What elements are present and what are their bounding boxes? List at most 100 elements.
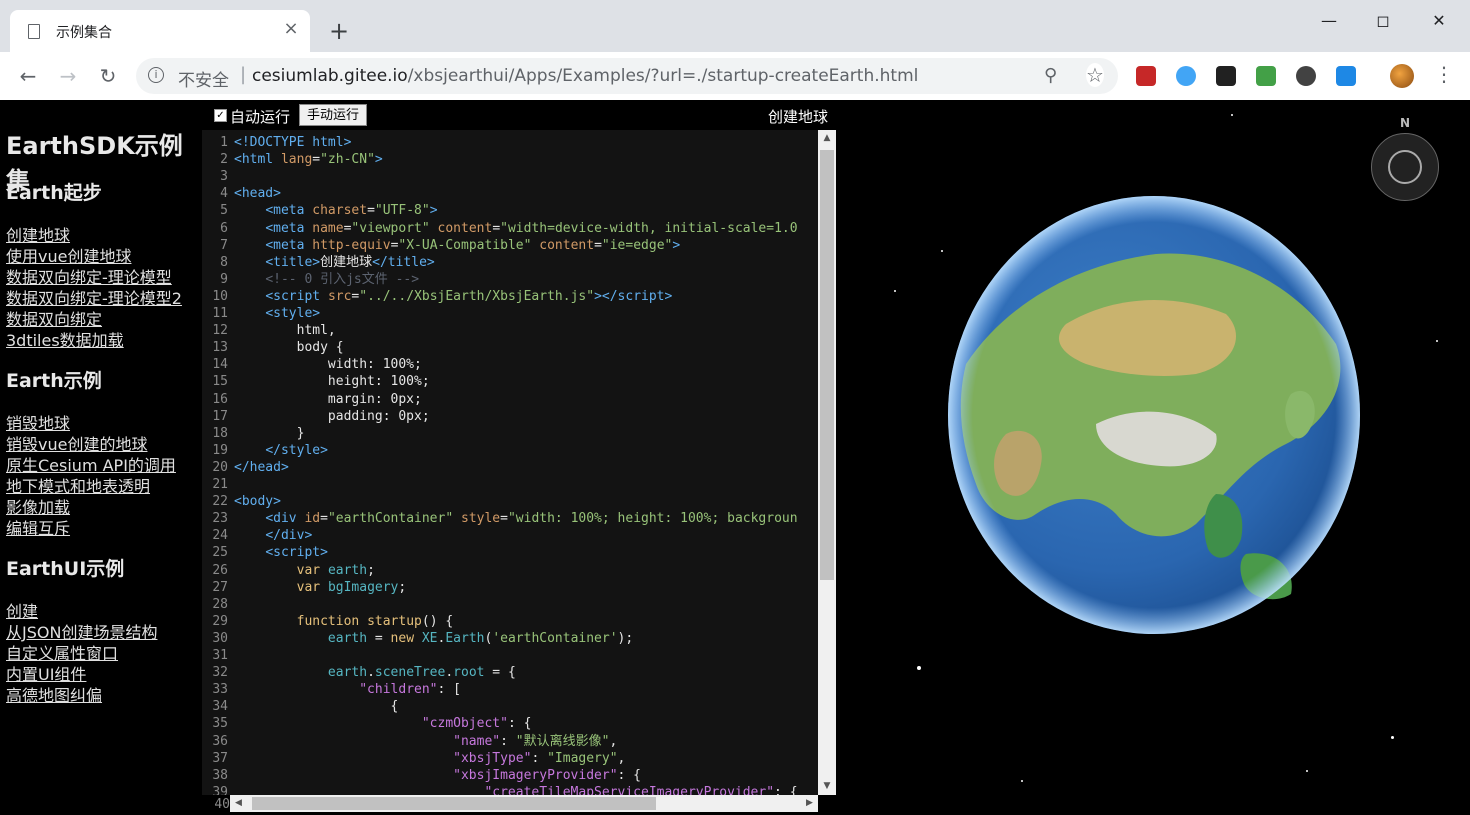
auto-run-checkbox[interactable]: ✓ <box>214 109 227 122</box>
scroll-thumb[interactable] <box>252 797 656 810</box>
window-close-icon[interactable]: ✕ <box>1416 6 1462 36</box>
code-line[interactable]: 1 <!DOCTYPE html> <box>202 134 818 151</box>
code-line[interactable]: 36 "name": "默认离线影像", <box>202 733 818 750</box>
minimize-icon[interactable]: — <box>1306 6 1352 36</box>
profile-avatar[interactable] <box>1390 64 1414 88</box>
line-number: 9 <box>220 271 228 287</box>
sidebar-link[interactable]: 3dtiles数据加载 <box>6 327 124 351</box>
line-number: 6 <box>220 220 228 236</box>
code-line[interactable]: 14 width: 100%; <box>202 356 818 373</box>
code-line[interactable]: 18 } <box>202 425 818 442</box>
code-line[interactable]: 20 </head> <box>202 459 818 476</box>
line-number: 8 <box>220 254 228 270</box>
code-line[interactable]: 6 <meta name="viewport" content="width=d… <box>202 220 818 237</box>
code-text: "xbsjType": "Imagery", <box>453 750 626 766</box>
code-line[interactable]: 2 <html lang="zh-CN"> <box>202 151 818 168</box>
line-number: 30 <box>212 630 228 646</box>
address-bar[interactable]: i 不安全 | cesiumlab.gitee.io/xbsjearthui/A… <box>136 58 1118 94</box>
close-tab-icon[interactable]: × <box>280 18 302 40</box>
code-text: body { <box>234 340 344 356</box>
code-line[interactable]: 31 <box>202 647 818 664</box>
code-line[interactable]: 27 var bgImagery; <box>202 579 818 596</box>
horizontal-scrollbar[interactable]: ◀ ▶ <box>230 795 818 812</box>
earth-viewer[interactable]: N <box>836 100 1470 815</box>
reload-icon[interactable]: ↻ <box>94 62 122 90</box>
code-line[interactable]: 16 margin: 0px; <box>202 391 818 408</box>
code-line[interactable]: 7 <meta http-equiv="X-UA-Compatible" con… <box>202 237 818 254</box>
code-line[interactable]: 24 </div> <box>202 527 818 544</box>
forward-arrow-icon[interactable]: → <box>54 62 82 90</box>
scroll-left-icon[interactable]: ◀ <box>230 795 247 812</box>
extension-icon[interactable] <box>1136 66 1156 86</box>
bookmark-star-icon[interactable]: ☆ <box>1086 63 1104 87</box>
line-number: 7 <box>220 237 228 253</box>
extension-icon[interactable] <box>1296 66 1316 86</box>
code-line[interactable]: 13 body { <box>202 339 818 356</box>
sidebar-link[interactable]: 编辑互斥 <box>6 515 70 539</box>
sidebar-section-title: Earth示例 <box>6 370 102 392</box>
code-line[interactable]: 12 html, <box>202 322 818 339</box>
manual-run-button[interactable]: 手动运行 <box>299 104 367 126</box>
code-line[interactable]: 4 <head> <box>202 185 818 202</box>
code-line[interactable]: 9 <!-- 0 引入js文件 --> <box>202 271 818 288</box>
earth-globe[interactable] <box>946 194 1362 636</box>
star <box>1436 340 1438 342</box>
zoom-icon[interactable]: ⚲ <box>1044 65 1057 86</box>
extension-icon[interactable] <box>1256 66 1276 86</box>
tab-examples[interactable]: 示例集合 × <box>10 10 310 52</box>
insecure-label: 不安全 <box>178 71 229 91</box>
code-line[interactable]: 28 <box>202 596 818 613</box>
info-icon[interactable]: i <box>148 67 164 83</box>
scroll-thumb[interactable] <box>820 150 834 580</box>
code-line[interactable]: 39 "createTileMapServiceImageryProvider"… <box>202 784 818 795</box>
scroll-down-icon[interactable]: ▼ <box>818 778 836 795</box>
code-line[interactable]: 30 earth = new XE.Earth('earthContainer'… <box>202 630 818 647</box>
code-line[interactable]: 15 height: 100%; <box>202 373 818 390</box>
scroll-up-icon[interactable]: ▲ <box>818 130 836 147</box>
code-line[interactable]: 33 "children": [ <box>202 681 818 698</box>
code-line[interactable]: 22 <body> <box>202 493 818 510</box>
code-line[interactable]: 29 function startup() { <box>202 613 818 630</box>
code-line[interactable]: 10 <script src="../../XbsjEarth/XbsjEart… <box>202 288 818 305</box>
code-line[interactable]: 34 { <box>202 698 818 715</box>
code-line[interactable]: 8 <title>创建地球</title> <box>202 254 818 271</box>
code-line[interactable]: 26 var earth; <box>202 562 818 579</box>
code-line[interactable]: 37 "xbsjType": "Imagery", <box>202 750 818 767</box>
new-tab-button[interactable]: + <box>326 18 352 44</box>
browser-toolbar: ← → ↻ i 不安全 | cesiumlab.gitee.io/xbsjear… <box>0 52 1470 101</box>
sidebar-link[interactable]: 高德地图纠偏 <box>6 682 102 706</box>
code-line[interactable]: 11 <style> <box>202 305 818 322</box>
line-number: 10 <box>212 288 228 304</box>
code-line[interactable]: 17 padding: 0px; <box>202 408 818 425</box>
code-text: "createTileMapServiceImageryProvider": { <box>484 784 798 795</box>
line-number: 11 <box>212 306 228 321</box>
extension-icon[interactable] <box>1176 66 1196 86</box>
code-text: var earth; <box>296 562 375 578</box>
code-line[interactable]: 32 earth.sceneTree.root = { <box>202 664 818 681</box>
code-line[interactable]: 38 "xbsjImageryProvider": { <box>202 767 818 784</box>
code-line[interactable]: 19 </style> <box>202 442 818 459</box>
code-line[interactable]: 21 <box>202 476 818 493</box>
code-text: margin: 0px; <box>234 391 422 407</box>
extension-icon[interactable] <box>1336 66 1356 86</box>
maximize-icon[interactable]: ◻ <box>1360 6 1406 36</box>
code-line[interactable]: 3 <box>202 168 818 185</box>
menu-dots-icon[interactable]: ⋮ <box>1434 62 1454 86</box>
code-line[interactable]: 5 <meta charset="UTF-8"> <box>202 202 818 219</box>
extension-icon[interactable] <box>1216 66 1236 86</box>
vertical-scrollbar[interactable]: ▲ ▼ <box>818 130 836 795</box>
url-path: /xbsjearthui/Apps/Examples/?url=./startu… <box>407 66 919 86</box>
code-editor[interactable]: 1 <!DOCTYPE html> 2 <html lang="zh-CN"> 3 4 <h… <box>202 130 818 795</box>
code-line[interactable]: 25 <script> <box>202 544 818 561</box>
line-number: 22 <box>212 494 228 510</box>
back-arrow-icon[interactable]: ← <box>14 62 42 90</box>
line-number: 19 <box>212 442 228 458</box>
compass-crosshair-icon[interactable] <box>1388 150 1422 184</box>
code-line[interactable]: 23 <div id="earthContainer" style="width… <box>202 510 818 527</box>
code-line[interactable]: 35 "czmObject": { <box>202 715 818 732</box>
code-text: <script src="../../XbsjEarth/XbsjEarth.j… <box>265 288 673 304</box>
url-text[interactable]: cesiumlab.gitee.io/xbsjearthui/Apps/Exam… <box>252 66 918 86</box>
line-number: 15 <box>212 374 228 390</box>
scroll-right-icon[interactable]: ▶ <box>801 795 818 812</box>
compass-widget[interactable]: N <box>1371 116 1439 201</box>
